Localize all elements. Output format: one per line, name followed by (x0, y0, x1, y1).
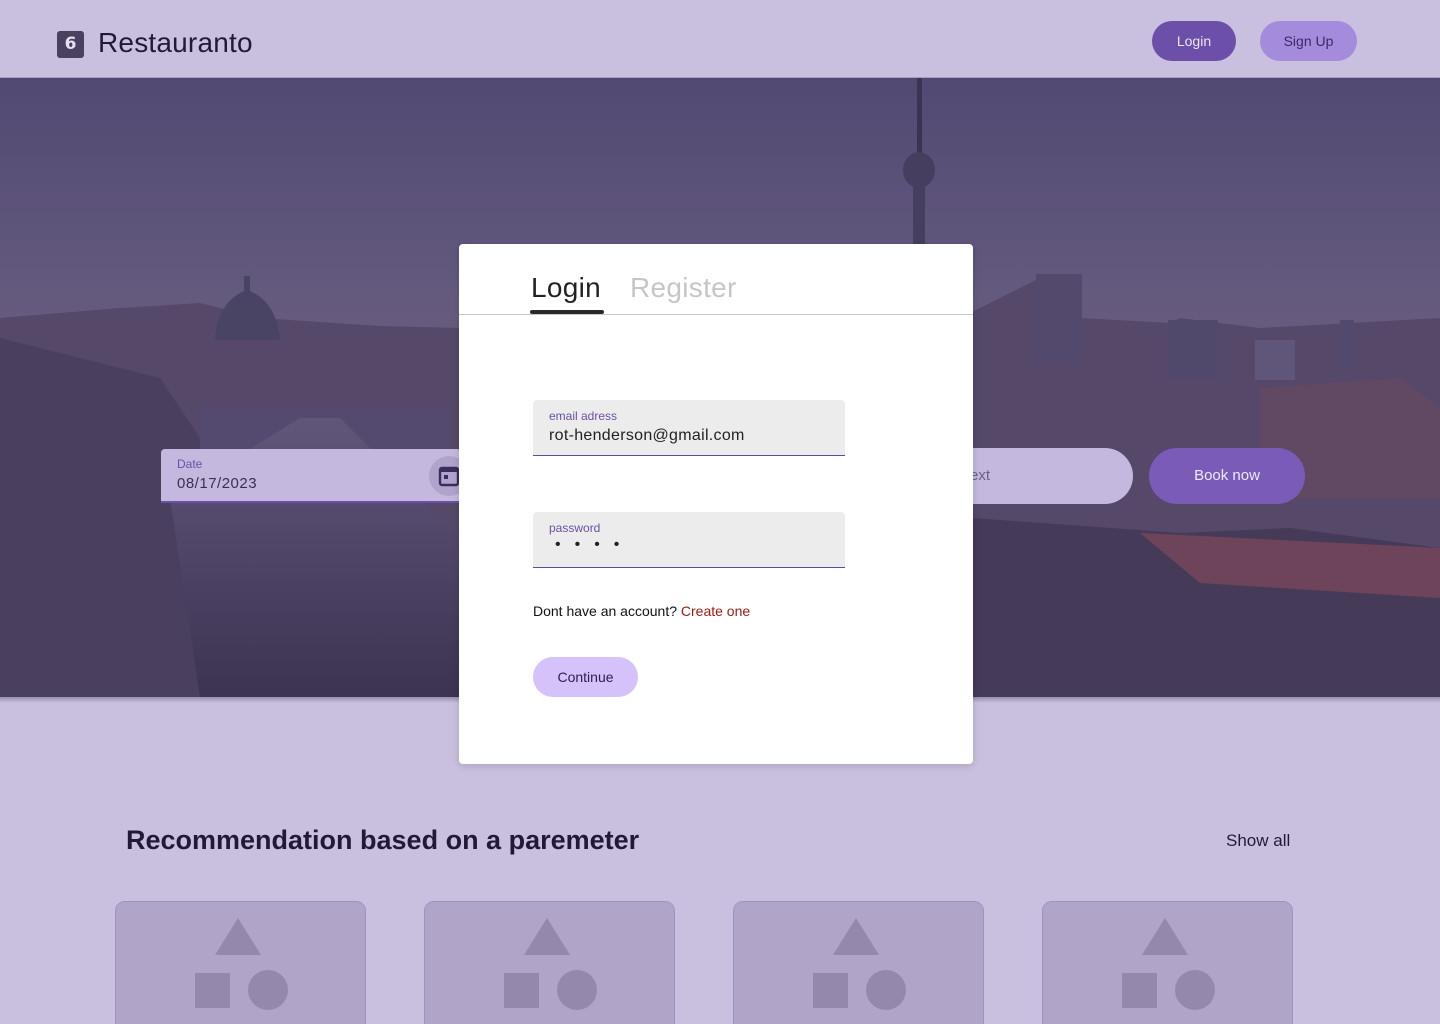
text-input-placeholder: ext (970, 467, 991, 484)
recommendation-card[interactable] (733, 901, 984, 1024)
top-header: 6 Restauranto Login Sign Up (0, 0, 1440, 78)
create-account-link[interactable]: Create one (681, 603, 750, 619)
logo-icon: 6 (57, 31, 84, 58)
password-field[interactable]: password •••• (533, 512, 845, 568)
recommendation-card[interactable] (115, 901, 366, 1024)
tab-login[interactable]: Login (531, 272, 601, 304)
date-field-label: Date (177, 457, 203, 471)
header-signup-button[interactable]: Sign Up (1260, 21, 1357, 61)
placeholder-image-icon (813, 918, 906, 1010)
email-field[interactable]: email adress rot-henderson@gmail.com (533, 400, 845, 456)
password-field-value[interactable]: •••• (555, 536, 633, 554)
placeholder-image-icon (1122, 918, 1215, 1010)
email-field-value[interactable]: rot-henderson@gmail.com (549, 427, 745, 445)
signup-prompt: Dont have an account? Create one (533, 603, 750, 619)
recommendation-title: Recommendation based on a paremeter (126, 825, 640, 855)
continue-button[interactable]: Continue (533, 657, 638, 697)
signup-prompt-text: Dont have an account? (533, 603, 677, 619)
show-all-link[interactable]: Show all (1226, 831, 1290, 851)
date-field[interactable]: Date 08/17/2023 (161, 449, 469, 503)
date-field-value[interactable]: 08/17/2023 (177, 475, 257, 492)
password-field-label: password (549, 521, 601, 535)
recommendation-card[interactable] (424, 901, 675, 1024)
recommendation-card[interactable] (1042, 901, 1293, 1024)
tab-register[interactable]: Register (630, 272, 737, 304)
active-tab-indicator (530, 310, 604, 314)
modal-tabs: Login Register (459, 244, 973, 315)
placeholder-image-icon (504, 918, 597, 1010)
placeholder-image-icon (195, 918, 288, 1010)
email-field-label: email adress (549, 409, 618, 423)
book-now-button[interactable]: Book now (1149, 448, 1305, 504)
header-login-button[interactable]: Login (1152, 21, 1236, 61)
brand-name: Restauranto (98, 27, 253, 58)
login-modal: Login Register email adress rot-henderso… (459, 244, 973, 764)
